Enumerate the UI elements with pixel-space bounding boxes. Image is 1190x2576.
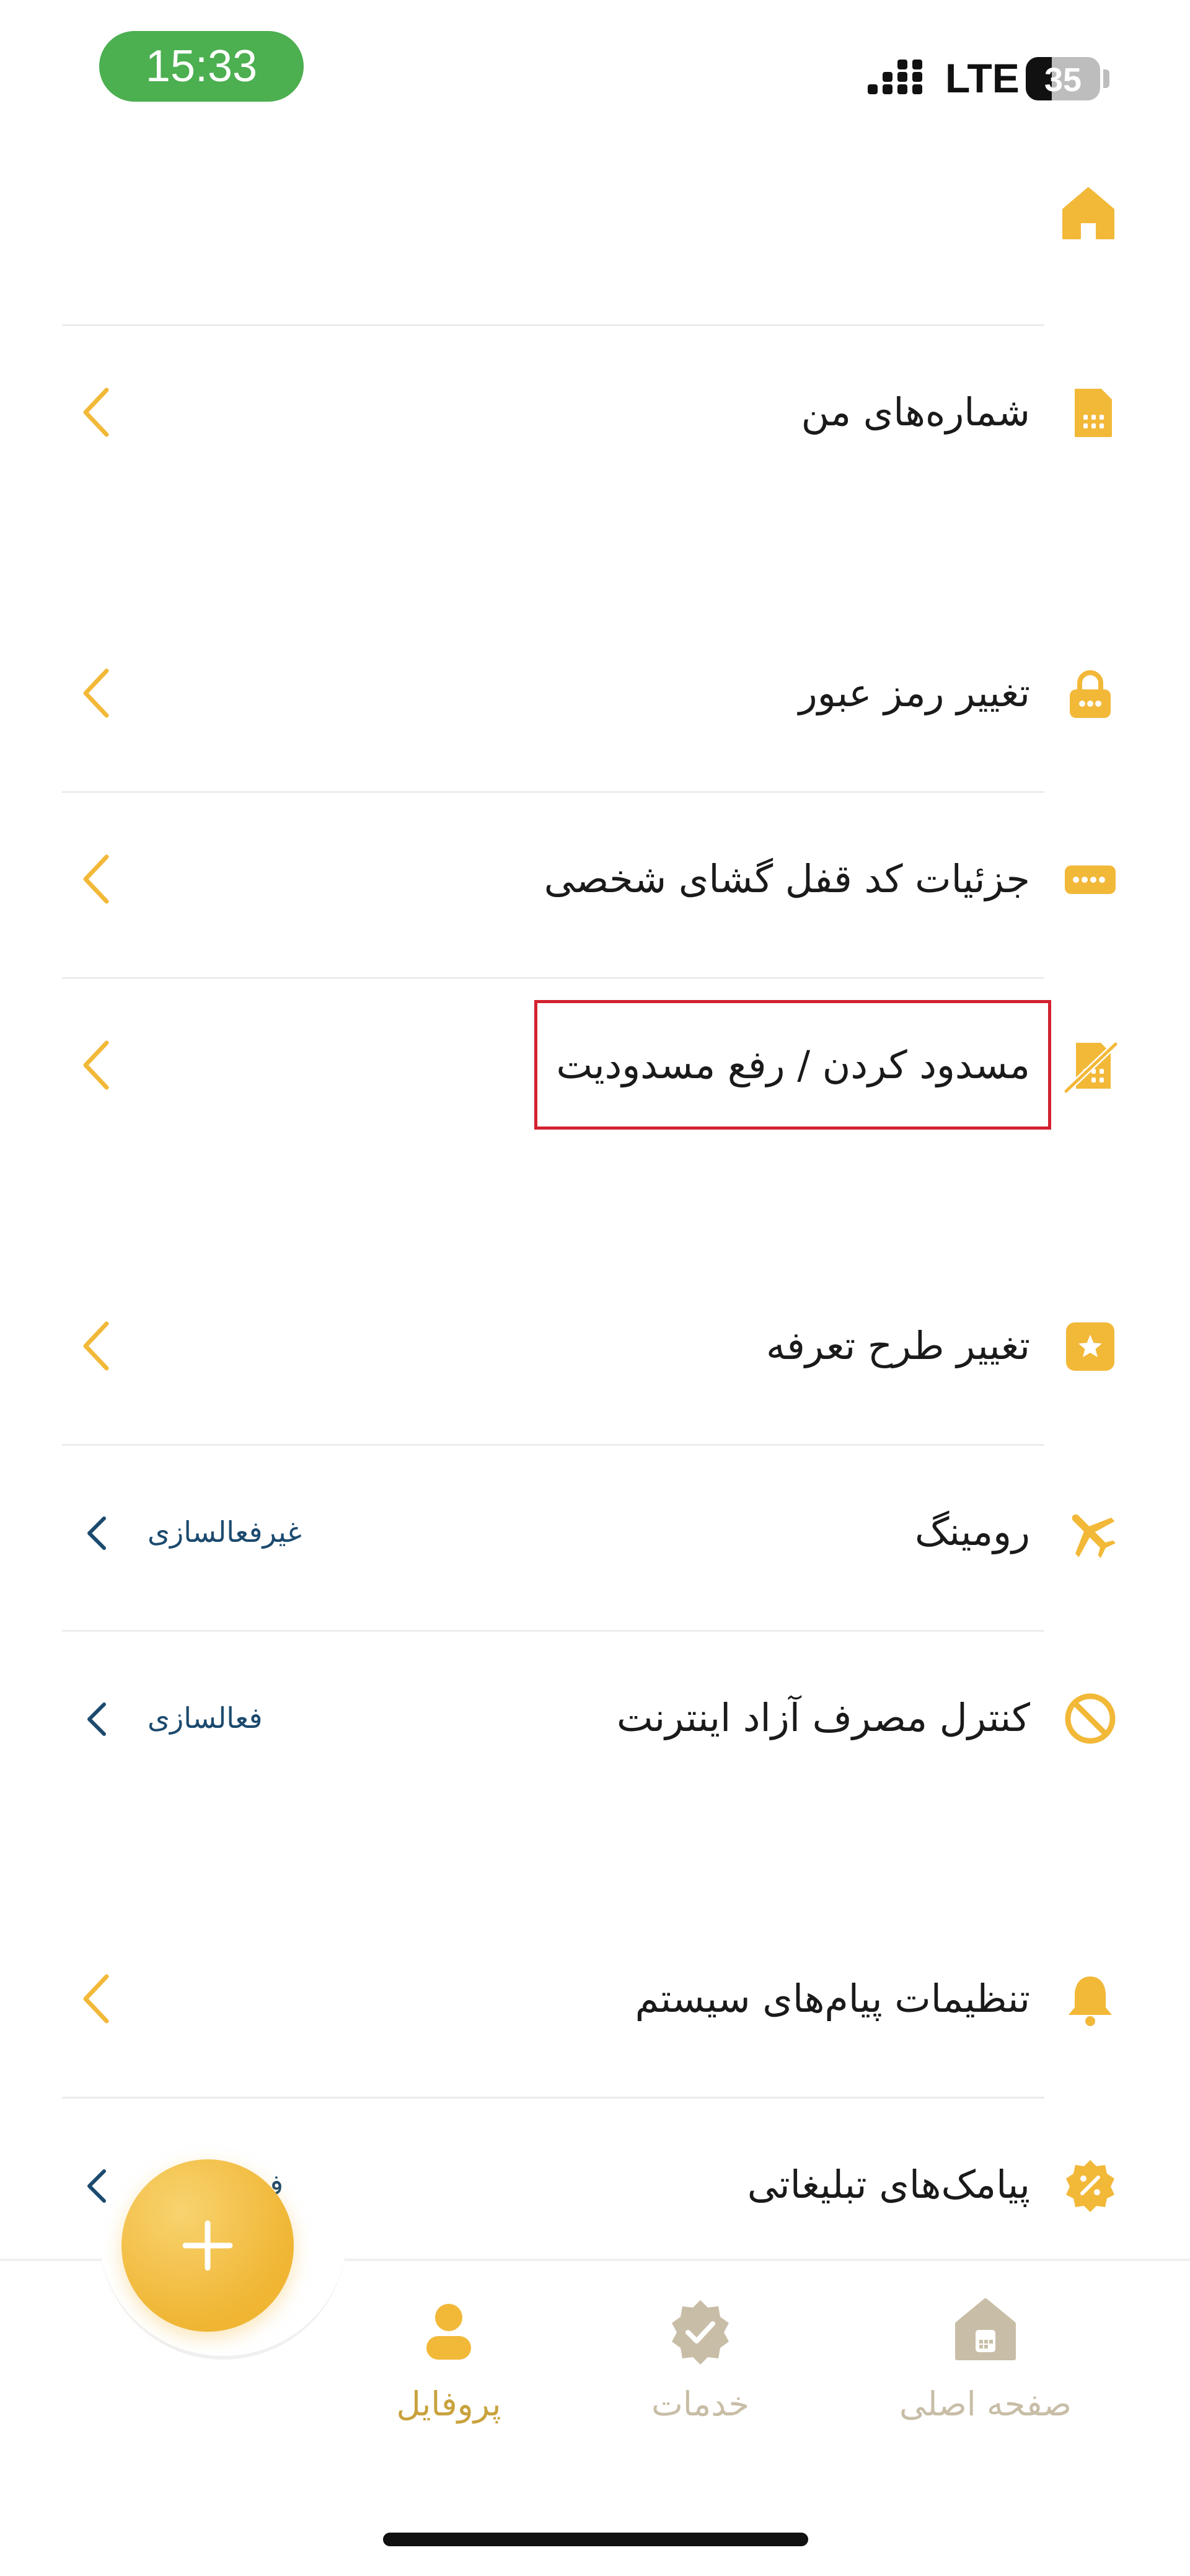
block-circle-icon: [1065, 1693, 1116, 1744]
menu-item-label: شماره‌های من: [801, 389, 1030, 435]
chevron-left-icon: [87, 1516, 106, 1550]
chevron-left-icon: [83, 1321, 109, 1371]
divider: [62, 977, 1044, 979]
menu-item-label: تغییر رمز عبور: [798, 670, 1030, 715]
menu-item-my-numbers[interactable]: شماره‌های من: [0, 350, 1190, 474]
menu-item-label: تغییر طرح تعرفه: [765, 1323, 1030, 1368]
chevron-left-icon: [83, 1974, 109, 2024]
battery-icon: 35: [1026, 57, 1100, 100]
menu-item-change-password[interactable]: تغییر رمز عبور: [0, 631, 1190, 755]
highlight-box: [534, 1000, 1051, 1130]
home-sim-icon: [955, 2298, 1016, 2360]
star-tag-icon: [1066, 1322, 1114, 1371]
menu-item-roaming[interactable]: رومینگ غیرفعالسازی: [0, 1470, 1190, 1594]
check-badge-icon: [672, 2300, 729, 2365]
divider: [62, 324, 1044, 326]
add-button[interactable]: [121, 2159, 294, 2332]
sim-card-icon: [1075, 389, 1112, 437]
status-time: 15:33: [99, 31, 304, 102]
roaming-deactivate-link[interactable]: غیرفعالسازی: [148, 1470, 302, 1594]
plus-icon: [182, 2220, 233, 2271]
chevron-left-icon: [83, 854, 109, 904]
chevron-left-icon: [87, 2169, 106, 2203]
menu-item-label: پیامک‌های تبلیغاتی: [747, 2162, 1030, 2207]
person-icon: [426, 2304, 471, 2360]
divider: [62, 1444, 1044, 1446]
blocked-sim-icon: [1063, 1041, 1118, 1094]
network-type: LTE: [945, 55, 1020, 101]
menu-item-internet-control[interactable]: کنترل مصرف آزاد اینترنت فعالسازی: [0, 1656, 1190, 1780]
menu-item-change-tariff[interactable]: تغییر طرح تعرفه: [0, 1284, 1190, 1408]
chevron-left-icon: [83, 387, 109, 437]
chevron-left-icon: [83, 668, 109, 718]
bell-icon: [1069, 1976, 1112, 2026]
divider: [62, 791, 1044, 793]
home-icon[interactable]: [1059, 184, 1118, 243]
internet-control-activate-link[interactable]: فعالسازی: [148, 1656, 262, 1780]
divider: [62, 2097, 1044, 2099]
menu-item-label: جزئیات کد قفل گشای شخصی: [544, 856, 1030, 901]
menu-item-system-messages[interactable]: تنظیمات پیام‌های سیستم: [0, 1937, 1190, 2061]
menu-item-puk-details[interactable]: جزئیات کد قفل گشای شخصی: [0, 817, 1190, 941]
nav-label: پروفایل: [396, 2384, 501, 2423]
nav-label: صفحه اصلی: [899, 2384, 1072, 2423]
nav-services[interactable]: خدمات: [607, 2294, 793, 2423]
divider: [62, 1630, 1044, 1632]
nav-label: خدمات: [651, 2384, 749, 2423]
nav-profile[interactable]: پروفایل: [356, 2294, 542, 2423]
percent-badge-icon: [1066, 2160, 1114, 2212]
home-indicator: [383, 2533, 808, 2546]
signal-icon: [868, 60, 922, 94]
lock-icon: [1070, 670, 1111, 718]
menu-item-label: رومینگ: [915, 1509, 1030, 1554]
chevron-left-icon: [83, 1040, 109, 1090]
nav-home[interactable]: صفحه اصلی: [892, 2294, 1078, 2423]
battery-level: 35: [1044, 61, 1082, 99]
airplane-icon: [1072, 1514, 1116, 1559]
pin-dots-icon: [1065, 865, 1116, 894]
battery-tip: [1103, 69, 1109, 88]
menu-item-label: کنترل مصرف آزاد اینترنت: [616, 1695, 1030, 1740]
menu-item-label: تنظیمات پیام‌های سیستم: [635, 1976, 1030, 2021]
chevron-left-icon: [87, 1702, 106, 1736]
